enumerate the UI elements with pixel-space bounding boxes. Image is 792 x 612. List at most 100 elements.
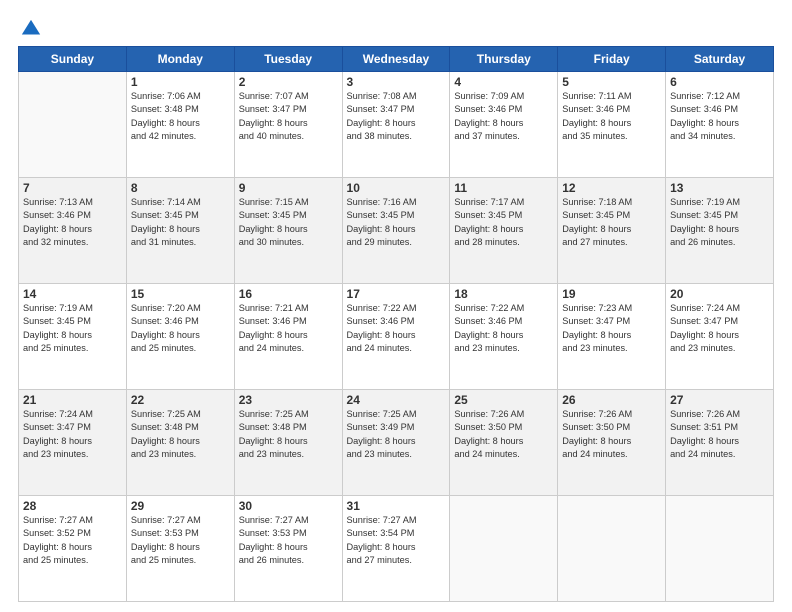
day-info: Sunrise: 7:26 AMSunset: 3:51 PMDaylight:… (670, 408, 769, 461)
day-info: Sunrise: 7:09 AMSunset: 3:46 PMDaylight:… (454, 90, 553, 143)
calendar-week-row: 28Sunrise: 7:27 AMSunset: 3:52 PMDayligh… (19, 496, 774, 602)
day-info: Sunrise: 7:26 AMSunset: 3:50 PMDaylight:… (562, 408, 661, 461)
calendar-cell: 22Sunrise: 7:25 AMSunset: 3:48 PMDayligh… (126, 390, 234, 496)
day-info: Sunrise: 7:22 AMSunset: 3:46 PMDaylight:… (347, 302, 446, 355)
day-number: 20 (670, 287, 769, 301)
day-number: 7 (23, 181, 122, 195)
day-info: Sunrise: 7:11 AMSunset: 3:46 PMDaylight:… (562, 90, 661, 143)
calendar-week-row: 7Sunrise: 7:13 AMSunset: 3:46 PMDaylight… (19, 178, 774, 284)
calendar-cell: 1Sunrise: 7:06 AMSunset: 3:48 PMDaylight… (126, 72, 234, 178)
calendar-cell: 13Sunrise: 7:19 AMSunset: 3:45 PMDayligh… (666, 178, 774, 284)
day-number: 26 (562, 393, 661, 407)
calendar-cell: 25Sunrise: 7:26 AMSunset: 3:50 PMDayligh… (450, 390, 558, 496)
day-number: 18 (454, 287, 553, 301)
weekday-header-sunday: Sunday (19, 47, 127, 72)
weekday-header-row: SundayMondayTuesdayWednesdayThursdayFrid… (19, 47, 774, 72)
day-number: 13 (670, 181, 769, 195)
logo-icon (20, 18, 42, 40)
day-number: 10 (347, 181, 446, 195)
day-info: Sunrise: 7:17 AMSunset: 3:45 PMDaylight:… (454, 196, 553, 249)
day-number: 1 (131, 75, 230, 89)
day-info: Sunrise: 7:21 AMSunset: 3:46 PMDaylight:… (239, 302, 338, 355)
calendar-cell (666, 496, 774, 602)
day-number: 9 (239, 181, 338, 195)
day-number: 24 (347, 393, 446, 407)
day-info: Sunrise: 7:15 AMSunset: 3:45 PMDaylight:… (239, 196, 338, 249)
logo-text (18, 18, 42, 40)
day-number: 14 (23, 287, 122, 301)
day-info: Sunrise: 7:19 AMSunset: 3:45 PMDaylight:… (23, 302, 122, 355)
calendar-cell: 2Sunrise: 7:07 AMSunset: 3:47 PMDaylight… (234, 72, 342, 178)
day-info: Sunrise: 7:25 AMSunset: 3:48 PMDaylight:… (239, 408, 338, 461)
day-number: 12 (562, 181, 661, 195)
calendar-cell: 18Sunrise: 7:22 AMSunset: 3:46 PMDayligh… (450, 284, 558, 390)
weekday-header-wednesday: Wednesday (342, 47, 450, 72)
day-info: Sunrise: 7:08 AMSunset: 3:47 PMDaylight:… (347, 90, 446, 143)
day-number: 31 (347, 499, 446, 513)
calendar-week-row: 21Sunrise: 7:24 AMSunset: 3:47 PMDayligh… (19, 390, 774, 496)
calendar-week-row: 14Sunrise: 7:19 AMSunset: 3:45 PMDayligh… (19, 284, 774, 390)
day-info: Sunrise: 7:14 AMSunset: 3:45 PMDaylight:… (131, 196, 230, 249)
weekday-header-monday: Monday (126, 47, 234, 72)
calendar-cell: 9Sunrise: 7:15 AMSunset: 3:45 PMDaylight… (234, 178, 342, 284)
day-number: 25 (454, 393, 553, 407)
calendar-cell: 5Sunrise: 7:11 AMSunset: 3:46 PMDaylight… (558, 72, 666, 178)
day-info: Sunrise: 7:25 AMSunset: 3:49 PMDaylight:… (347, 408, 446, 461)
calendar-week-row: 1Sunrise: 7:06 AMSunset: 3:48 PMDaylight… (19, 72, 774, 178)
weekday-header-saturday: Saturday (666, 47, 774, 72)
day-info: Sunrise: 7:27 AMSunset: 3:53 PMDaylight:… (131, 514, 230, 567)
day-info: Sunrise: 7:27 AMSunset: 3:52 PMDaylight:… (23, 514, 122, 567)
calendar-cell: 27Sunrise: 7:26 AMSunset: 3:51 PMDayligh… (666, 390, 774, 496)
calendar-cell: 14Sunrise: 7:19 AMSunset: 3:45 PMDayligh… (19, 284, 127, 390)
day-number: 5 (562, 75, 661, 89)
day-info: Sunrise: 7:24 AMSunset: 3:47 PMDaylight:… (670, 302, 769, 355)
calendar-cell: 6Sunrise: 7:12 AMSunset: 3:46 PMDaylight… (666, 72, 774, 178)
calendar-cell: 29Sunrise: 7:27 AMSunset: 3:53 PMDayligh… (126, 496, 234, 602)
calendar-cell: 3Sunrise: 7:08 AMSunset: 3:47 PMDaylight… (342, 72, 450, 178)
weekday-header-thursday: Thursday (450, 47, 558, 72)
day-number: 15 (131, 287, 230, 301)
weekday-header-tuesday: Tuesday (234, 47, 342, 72)
day-info: Sunrise: 7:07 AMSunset: 3:47 PMDaylight:… (239, 90, 338, 143)
calendar-cell: 8Sunrise: 7:14 AMSunset: 3:45 PMDaylight… (126, 178, 234, 284)
logo (18, 18, 42, 36)
day-number: 19 (562, 287, 661, 301)
page: SundayMondayTuesdayWednesdayThursdayFrid… (0, 0, 792, 612)
day-info: Sunrise: 7:13 AMSunset: 3:46 PMDaylight:… (23, 196, 122, 249)
calendar-cell: 19Sunrise: 7:23 AMSunset: 3:47 PMDayligh… (558, 284, 666, 390)
day-info: Sunrise: 7:27 AMSunset: 3:54 PMDaylight:… (347, 514, 446, 567)
calendar-cell: 30Sunrise: 7:27 AMSunset: 3:53 PMDayligh… (234, 496, 342, 602)
day-number: 16 (239, 287, 338, 301)
calendar-cell: 15Sunrise: 7:20 AMSunset: 3:46 PMDayligh… (126, 284, 234, 390)
day-info: Sunrise: 7:26 AMSunset: 3:50 PMDaylight:… (454, 408, 553, 461)
day-info: Sunrise: 7:23 AMSunset: 3:47 PMDaylight:… (562, 302, 661, 355)
calendar-cell: 28Sunrise: 7:27 AMSunset: 3:52 PMDayligh… (19, 496, 127, 602)
day-number: 29 (131, 499, 230, 513)
calendar-cell (19, 72, 127, 178)
day-info: Sunrise: 7:24 AMSunset: 3:47 PMDaylight:… (23, 408, 122, 461)
day-number: 22 (131, 393, 230, 407)
day-number: 4 (454, 75, 553, 89)
day-number: 3 (347, 75, 446, 89)
day-number: 21 (23, 393, 122, 407)
day-number: 11 (454, 181, 553, 195)
calendar-cell (558, 496, 666, 602)
day-info: Sunrise: 7:06 AMSunset: 3:48 PMDaylight:… (131, 90, 230, 143)
day-info: Sunrise: 7:22 AMSunset: 3:46 PMDaylight:… (454, 302, 553, 355)
header (18, 18, 774, 36)
calendar-cell: 17Sunrise: 7:22 AMSunset: 3:46 PMDayligh… (342, 284, 450, 390)
day-number: 2 (239, 75, 338, 89)
calendar-cell: 24Sunrise: 7:25 AMSunset: 3:49 PMDayligh… (342, 390, 450, 496)
day-info: Sunrise: 7:20 AMSunset: 3:46 PMDaylight:… (131, 302, 230, 355)
day-number: 23 (239, 393, 338, 407)
day-info: Sunrise: 7:25 AMSunset: 3:48 PMDaylight:… (131, 408, 230, 461)
calendar-cell: 31Sunrise: 7:27 AMSunset: 3:54 PMDayligh… (342, 496, 450, 602)
calendar-cell: 20Sunrise: 7:24 AMSunset: 3:47 PMDayligh… (666, 284, 774, 390)
calendar-cell: 16Sunrise: 7:21 AMSunset: 3:46 PMDayligh… (234, 284, 342, 390)
day-number: 6 (670, 75, 769, 89)
day-info: Sunrise: 7:27 AMSunset: 3:53 PMDaylight:… (239, 514, 338, 567)
calendar-table: SundayMondayTuesdayWednesdayThursdayFrid… (18, 46, 774, 602)
day-number: 27 (670, 393, 769, 407)
day-info: Sunrise: 7:19 AMSunset: 3:45 PMDaylight:… (670, 196, 769, 249)
day-info: Sunrise: 7:18 AMSunset: 3:45 PMDaylight:… (562, 196, 661, 249)
